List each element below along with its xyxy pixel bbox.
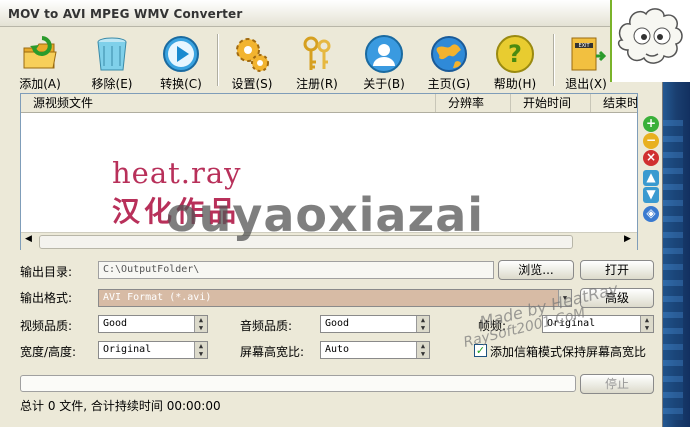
settings-button[interactable]: 设置(S) — [221, 26, 283, 92]
output-format-label: 输出格式: — [20, 291, 73, 305]
settings-label: 设置(S) — [231, 77, 273, 91]
conversion-progress-bar — [20, 375, 576, 392]
app-window: MOV to AVI MPEG WMV Converter 添加(A) 移除(E… — [0, 0, 663, 427]
add-button[interactable]: 添加(A) — [9, 26, 71, 92]
size-value: Original — [103, 344, 152, 355]
aspect-label: 屏幕高宽比: — [240, 345, 305, 359]
help-label: 帮助(H) — [493, 77, 537, 91]
gears-icon — [236, 38, 269, 72]
folder-add-icon — [23, 36, 57, 69]
size-label: 宽度/高度: — [20, 345, 77, 359]
register-label: 注册(R) — [296, 77, 338, 91]
open-button[interactable]: 打开 — [580, 260, 654, 280]
size-select[interactable]: Original ▲ ▼ — [98, 341, 208, 359]
svg-text:?: ? — [508, 40, 522, 68]
help-button[interactable]: ? 帮助(H) — [484, 26, 546, 92]
column-end-time[interactable]: 结束时间 — [591, 94, 637, 112]
move-up-icon[interactable]: ▲ — [643, 170, 659, 186]
exit-label: 退出(X) — [565, 77, 607, 91]
spinner-icon[interactable]: ▲ ▼ — [640, 316, 653, 332]
add-file-icon[interactable]: + — [643, 116, 659, 132]
spinner-icon[interactable]: ▲ ▼ — [194, 316, 207, 332]
properties-icon[interactable]: ◈ — [643, 206, 659, 222]
exit-door-icon: EXIT — [571, 37, 606, 71]
audio-quality-value: Good — [325, 318, 350, 329]
remove-file-icon[interactable]: − — [643, 133, 659, 149]
window-title: MOV to AVI MPEG WMV Converter — [8, 7, 243, 21]
register-button[interactable]: 注册(R) — [286, 26, 348, 92]
svg-text:EXIT: EXIT — [578, 43, 590, 49]
home-button[interactable]: 主页(G) — [418, 26, 480, 92]
stop-button[interactable]: 停止 — [580, 374, 654, 394]
audio-quality-label: 音频品质: — [240, 319, 293, 333]
spinner-icon[interactable]: ▲ ▼ — [194, 342, 207, 358]
letterbox-label: 添加信箱模式保持屏幕高宽比 — [490, 345, 647, 359]
output-dir-label: 输出目录: — [20, 265, 73, 279]
keys-icon — [303, 36, 331, 70]
exit-button[interactable]: EXIT 退出(X) — [555, 26, 617, 92]
convert-button[interactable]: 转换(C) — [150, 26, 212, 92]
video-quality-value: Good — [103, 318, 128, 329]
video-quality-select[interactable]: Good ▲ ▼ — [98, 315, 208, 333]
question-icon: ? — [496, 35, 534, 73]
spinner-icon[interactable]: ▲ ▼ — [416, 342, 429, 358]
about-button[interactable]: 关于(B) — [353, 26, 415, 92]
move-down-icon[interactable]: ▼ — [643, 187, 659, 203]
column-source-file[interactable]: 源视频文件 — [21, 94, 436, 112]
video-quality-label: 视频品质: — [20, 319, 73, 333]
trash-bin-icon — [97, 37, 127, 71]
remove-label: 移除(E) — [91, 77, 133, 91]
watermark-heatray: heat.ray — [112, 156, 242, 190]
convert-label: 转换(C) — [160, 77, 202, 91]
title-bar: MOV to AVI MPEG WMV Converter — [0, 0, 662, 27]
status-bar-text: 总计 0 文件, 合计持续时间 00:00:00 — [20, 399, 221, 413]
output-format-value: AVI Format (*.avi) — [103, 292, 212, 303]
app-logo — [610, 0, 690, 82]
play-convert-icon — [163, 36, 199, 72]
list-header: 源视频文件 分辨率 开始时间 结束时间 — [21, 94, 637, 113]
watermark-site: ouyaoxiazai — [166, 188, 485, 242]
spinner-icon[interactable]: ▲ ▼ — [416, 316, 429, 332]
remove-button[interactable]: 移除(E) — [81, 26, 143, 92]
browse-button[interactable]: 浏览... — [498, 260, 574, 280]
audio-quality-select[interactable]: Good ▲ ▼ — [320, 315, 430, 333]
person-info-icon — [365, 35, 403, 73]
column-resolution[interactable]: 分辨率 — [436, 94, 511, 112]
output-format-select[interactable]: AVI Format (*.avi) ▼ — [98, 289, 572, 307]
aspect-select[interactable]: Auto ▲ ▼ — [320, 341, 430, 359]
scroll-right-arrow-icon[interactable]: ▶ — [624, 234, 631, 244]
toolbar-separator — [217, 34, 219, 86]
about-label: 关于(B) — [363, 77, 405, 91]
home-label: 主页(G) — [427, 77, 471, 91]
aspect-value: Auto — [325, 344, 350, 355]
column-start-time[interactable]: 开始时间 — [511, 94, 591, 112]
scroll-left-arrow-icon[interactable]: ◀ — [25, 234, 32, 244]
clear-all-icon[interactable]: × — [643, 150, 659, 166]
sheep-mascot-icon — [617, 8, 683, 64]
toolbar: 添加(A) 移除(E) 转换(C) 设置(S) 注册(R) 关于(B) 主页(G… — [0, 26, 660, 92]
add-label: 添加(A) — [19, 77, 61, 91]
globe-icon — [431, 36, 467, 72]
output-dir-input[interactable]: C:\OutputFolder\ — [98, 261, 494, 279]
